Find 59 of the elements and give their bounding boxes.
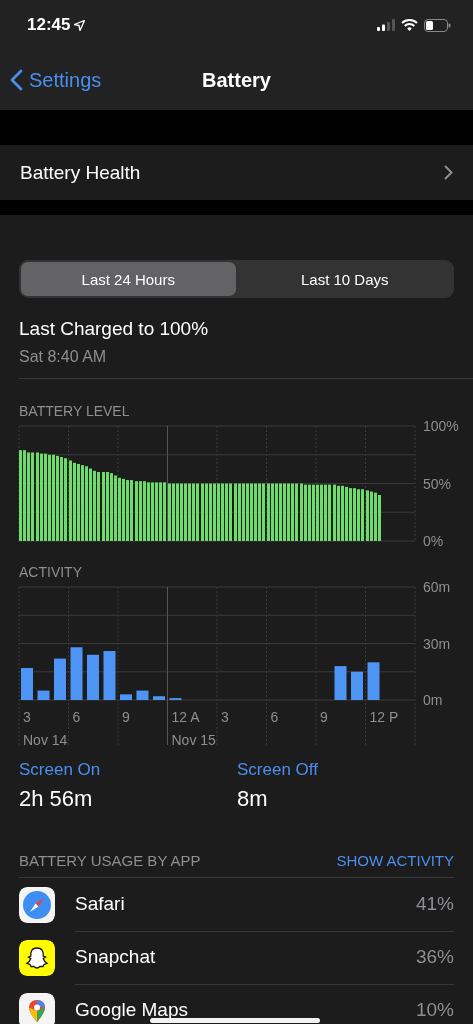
usage-percent: 36% <box>415 946 454 968</box>
usage-percent: 10% <box>415 999 454 1021</box>
axis-label: 3 <box>221 709 229 725</box>
activity-bar <box>334 666 347 700</box>
activity-bar <box>21 668 33 700</box>
axis-label: 12 A <box>171 709 200 725</box>
chevron-right-icon <box>444 165 453 180</box>
date-label: Nov 14 <box>23 732 68 748</box>
segment-tab[interactable]: Last 24 Hours <box>21 262 236 296</box>
activity-bar <box>87 654 99 700</box>
usage-percent: 41% <box>415 893 454 915</box>
axis-label: 12 P <box>369 709 399 725</box>
axis-label: 60m <box>423 579 451 595</box>
battery-health-row[interactable]: Battery Health <box>0 145 473 200</box>
stat-value: 8m <box>237 786 268 812</box>
axis-label: 100% <box>423 418 459 434</box>
axis-label: 9 <box>320 709 328 725</box>
wifi-icon <box>401 19 418 31</box>
axis-label: 0% <box>423 533 444 549</box>
show-activity-link[interactable]: SHOW ACTIVITY <box>336 852 454 869</box>
axis-label: 30m <box>423 635 451 652</box>
map-pin-icon <box>19 992 55 1024</box>
axis-label: 6 <box>270 709 279 725</box>
activity-bar <box>120 694 132 700</box>
stat-value: 2h 56m <box>19 786 93 812</box>
battery-icon <box>424 18 451 32</box>
app-name: Snapchat <box>75 946 156 968</box>
back-button[interactable]: Settings <box>10 68 102 92</box>
segment-tab[interactable]: Last 10 Days <box>237 262 452 296</box>
axis-label: 9 <box>122 709 130 725</box>
axis-label: 3 <box>23 709 31 725</box>
activity-bar <box>367 662 380 700</box>
last-charged-time: Sat 8:40 AM <box>19 348 107 365</box>
section-header: BATTERY USAGE BY APP <box>19 852 201 869</box>
stat-label: Screen On <box>19 760 101 780</box>
chevron-left-icon <box>10 69 23 91</box>
screen-title: Battery <box>202 68 271 92</box>
activity-bar <box>70 647 83 700</box>
chart-title: ACTIVITY <box>19 564 82 580</box>
activity-bar <box>103 651 116 700</box>
stat-label: Screen Off <box>237 760 318 780</box>
signal-icon <box>377 19 395 31</box>
app-name: Google Maps <box>75 999 188 1021</box>
axis-label: 6 <box>72 709 81 725</box>
ghost-icon <box>19 939 55 976</box>
activity-bar <box>37 690 50 700</box>
chart-title: BATTERY LEVEL <box>19 403 130 419</box>
clock-time: 12:45 <box>27 15 71 35</box>
activity-bar <box>351 671 363 700</box>
activity-bar <box>136 690 149 700</box>
date-label: Nov 15 <box>171 732 216 748</box>
axis-label: 0m <box>423 692 443 708</box>
last-charged-title: Last Charged to 100% <box>19 318 209 339</box>
app-name: Safari <box>75 893 125 915</box>
axis-label: 50% <box>423 475 452 492</box>
compass-icon <box>19 886 55 923</box>
activity-bar <box>153 696 165 700</box>
activity-bar <box>54 658 66 700</box>
location-arrow-icon <box>74 19 86 31</box>
